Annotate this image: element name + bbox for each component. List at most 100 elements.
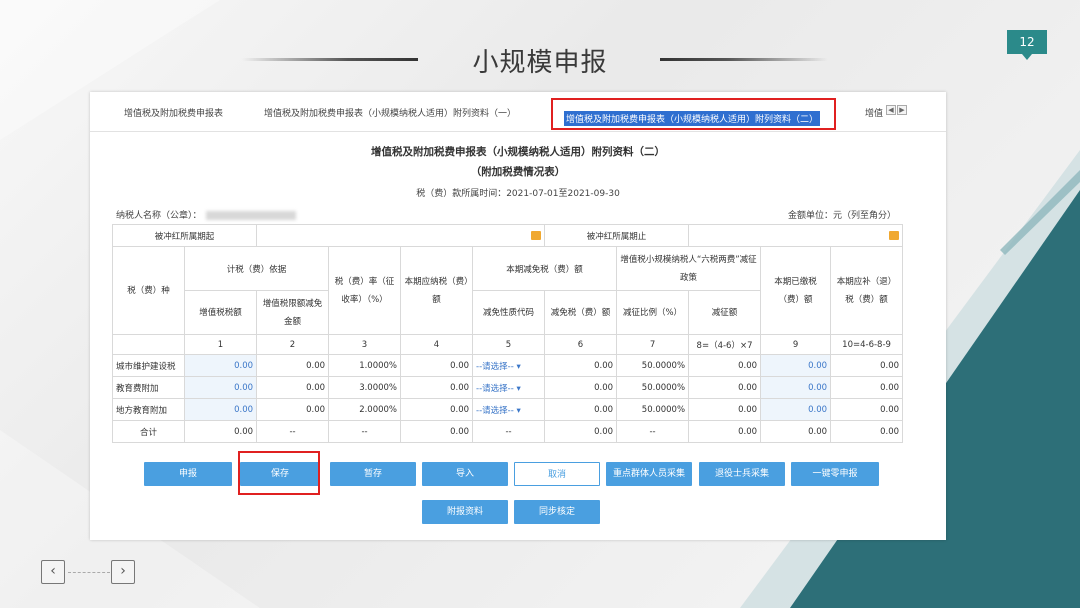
amount-unit: 金额单位：元（列至角分） — [787, 211, 896, 221]
reduction-amount-cell: 0.00 — [544, 354, 618, 377]
table-row: 城市维护建设税 0.00 0.00 1.0000% 0.00 --请选择-- ▾… — [112, 354, 904, 377]
refund-cell: 0.00 — [830, 376, 904, 399]
tab-bar: 增值税及附加税费申报表 增值税及附加税费申报表（小规模纳税人适用）附列资料（一）… — [90, 92, 946, 132]
total-cell: 0.00 — [688, 420, 762, 443]
highlight-box-save — [238, 451, 320, 495]
offset-start-input[interactable] — [256, 224, 546, 247]
header-payable: 本期应纳税（费）额 — [400, 246, 474, 335]
total-cell: 0.00 — [544, 420, 618, 443]
col-num: 2 — [256, 334, 330, 355]
taxpayer-label: 纳税人名称（公章）： — [116, 211, 202, 221]
col-num: 4 — [400, 334, 474, 355]
reduction-amount-cell: 0.00 — [544, 398, 618, 421]
header-refund: 本期应补（退）税（费）额 — [830, 246, 904, 335]
paid-input[interactable]: 0.00 — [760, 354, 832, 377]
header-reduction-amt2: 减征额 — [688, 290, 762, 335]
form-title: 增值税及附加税费申报表（小规模纳税人适用）附列资料（二） — [371, 146, 665, 158]
refund-cell: 0.00 — [830, 354, 904, 377]
taxpayer-name-blurred — [205, 211, 296, 220]
total-cell: 0.00 — [400, 420, 474, 443]
reduction-ratio-cell: 50.0000% — [616, 354, 690, 377]
veteran-collect-button[interactable]: 退役士兵采集 — [699, 462, 785, 486]
import-button[interactable]: 导入 — [422, 462, 508, 486]
reduction-code-select[interactable]: --请选择-- ▾ — [472, 398, 546, 421]
col-num: 1 — [183, 334, 258, 355]
offset-end-input[interactable] — [688, 224, 904, 247]
tab-scroll-right-icon[interactable]: ▶ — [897, 105, 907, 115]
tab-vat-declaration[interactable]: 增值税及附加税费申报表 — [124, 106, 223, 119]
reduction-amt2-cell: 0.00 — [688, 376, 762, 399]
reduction-ratio-cell: 50.0000% — [616, 398, 690, 421]
header-rate: 税（费）率（征收率）（%） — [328, 246, 402, 335]
reduction-amt2-cell: 0.00 — [688, 354, 762, 377]
row-name: 合计 — [112, 420, 185, 443]
paid-input[interactable]: 0.00 — [760, 398, 832, 421]
attachment-button[interactable]: 附报资料 — [422, 500, 508, 524]
temp-save-button[interactable]: 暂存 — [330, 462, 416, 486]
prev-slide-button[interactable]: ‹ — [41, 560, 65, 584]
slide-title: 小规模申报 — [472, 48, 608, 78]
header-vat-amount: 增值税税额 — [183, 290, 258, 335]
sync-verify-button[interactable]: 同步核定 — [514, 500, 600, 524]
nav-divider — [68, 572, 110, 573]
total-cell: 0.00 — [183, 420, 258, 443]
vat-amount-input[interactable]: 0.00 — [183, 376, 258, 399]
payable-cell: 0.00 — [400, 376, 474, 399]
reduction-amt2-cell: 0.00 — [688, 398, 762, 421]
key-group-collect-button[interactable]: 重点群体人员采集 — [606, 462, 692, 486]
title-line-left — [242, 58, 418, 61]
vat-amount-input[interactable]: 0.00 — [183, 398, 258, 421]
row-name: 城市维护建设税 — [112, 354, 185, 377]
vat-credit-cell: 0.00 — [256, 398, 330, 421]
calendar-icon[interactable] — [889, 231, 900, 240]
tab-attachment-1[interactable]: 增值税及附加税费申报表（小规模纳税人适用）附列资料（一） — [264, 106, 516, 119]
form-subtitle: （附加税费情况表） — [470, 166, 566, 178]
vat-amount-input[interactable]: 0.00 — [183, 354, 258, 377]
highlight-box-tab — [551, 98, 836, 130]
chevron-left-icon: ‹ — [50, 563, 56, 579]
title-line-right — [660, 58, 828, 61]
select-value: --请选择-- — [476, 383, 514, 394]
col-num: 10=4-6-8-9 — [830, 334, 904, 355]
total-cell: -- — [256, 420, 330, 443]
tab-scroll-left-icon[interactable]: ◀ — [886, 105, 896, 115]
total-cell: -- — [328, 420, 402, 443]
cancel-button[interactable]: 取消 — [514, 462, 600, 486]
col-num: 9 — [760, 334, 832, 355]
col-num: 8=（4-6）×7 — [688, 334, 762, 355]
payable-cell: 0.00 — [400, 354, 474, 377]
calendar-icon[interactable] — [531, 231, 542, 240]
tab-scroll-arrows: ◀ ▶ — [886, 105, 908, 115]
declare-button[interactable]: 申报 — [144, 462, 232, 486]
tab-vat-truncated[interactable]: 增值 — [865, 106, 883, 119]
rate-cell: 3.0000% — [328, 376, 402, 399]
header-six-tax: 增值税小规模纳税人“六税两费”减征政策 — [616, 246, 762, 291]
zero-declare-button[interactable]: 一键零申报 — [791, 462, 879, 486]
vat-credit-cell: 0.00 — [256, 376, 330, 399]
chevron-right-icon: › — [120, 563, 126, 579]
surcharge-table: 被冲红所属期起 被冲红所属期止 税（费）种 计税（费）依据 税（费）率（征收率）… — [111, 224, 904, 443]
paid-input[interactable]: 0.00 — [760, 376, 832, 399]
table-row-total: 合计 0.00 -- -- 0.00 -- 0.00 -- 0.00 0.00 … — [112, 420, 904, 443]
row-name: 教育费附加 — [112, 376, 185, 399]
taxpayer-name: 纳税人名称（公章）： — [116, 208, 296, 221]
total-cell: 0.00 — [760, 420, 832, 443]
tax-form-screenshot: 增值税及附加税费申报表 增值税及附加税费申报表（小规模纳税人适用）附列资料（一）… — [90, 92, 946, 540]
reduction-ratio-cell: 50.0000% — [616, 376, 690, 399]
header-vat-credit: 增值税限额减免金额 — [256, 290, 330, 335]
slide-title-bar: 小规模申报 — [0, 36, 1080, 80]
vat-credit-cell: 0.00 — [256, 354, 330, 377]
col-num-blank — [112, 334, 185, 355]
reduction-code-select[interactable]: --请选择-- ▾ — [472, 376, 546, 399]
refund-cell: 0.00 — [830, 398, 904, 421]
total-cell: -- — [616, 420, 690, 443]
table-row: 教育费附加 0.00 0.00 3.0000% 0.00 --请选择-- ▾ 0… — [112, 376, 904, 399]
next-slide-button[interactable]: › — [111, 560, 135, 584]
header-reduction-amount: 减免税（费）额 — [544, 290, 618, 335]
reduction-code-select[interactable]: --请选择-- ▾ — [472, 354, 546, 377]
payable-cell: 0.00 — [400, 398, 474, 421]
total-cell: 0.00 — [830, 420, 904, 443]
select-value: --请选择-- — [476, 361, 514, 372]
page-number-badge: 12 — [1007, 30, 1047, 60]
header-basis: 计税（费）依据 — [183, 246, 330, 291]
